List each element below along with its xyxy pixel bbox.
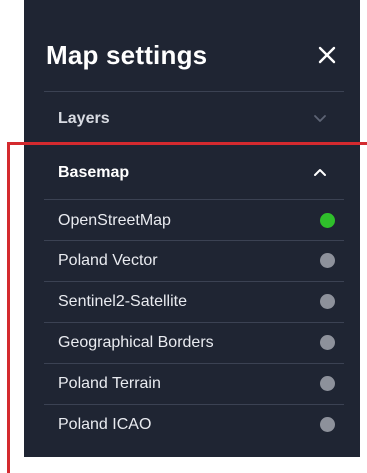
- active-status-dot: [320, 213, 335, 228]
- item-divider: [44, 240, 344, 241]
- chevron-up-icon: [314, 169, 326, 176]
- basemap-item-label: Poland Terrain: [58, 375, 161, 392]
- section-divider: [44, 144, 344, 145]
- basemap-item-poland-icao[interactable]: Poland ICAO: [24, 406, 360, 442]
- map-settings-panel: Map settings Layers Basemap OpenStreetMa…: [24, 0, 360, 457]
- basemap-item-openstreetmap[interactable]: OpenStreetMap: [24, 202, 360, 238]
- item-divider: [44, 404, 344, 405]
- basemap-divider: [44, 199, 344, 200]
- item-divider: [44, 322, 344, 323]
- section-layers-label: Layers: [58, 110, 110, 127]
- close-icon: [318, 46, 336, 64]
- inactive-status-dot: [320, 417, 335, 432]
- panel-title: Map settings: [46, 40, 208, 70]
- basemap-item-label: Geographical Borders: [58, 334, 214, 351]
- inactive-status-dot: [320, 294, 335, 309]
- panel-header: Map settings: [24, 0, 360, 92]
- basemap-item-label: Poland ICAO: [58, 416, 152, 433]
- basemap-item-poland-terrain[interactable]: Poland Terrain: [24, 365, 360, 401]
- inactive-status-dot: [320, 335, 335, 350]
- basemap-item-poland-vector[interactable]: Poland Vector: [24, 242, 360, 278]
- basemap-item-sentinel2-satellite[interactable]: Sentinel2-Satellite: [24, 283, 360, 319]
- section-layers[interactable]: Layers: [24, 92, 360, 144]
- inactive-status-dot: [320, 253, 335, 268]
- highlight-left-edge: [7, 142, 10, 473]
- item-divider: [44, 363, 344, 364]
- basemap-item-label: Sentinel2-Satellite: [58, 293, 187, 310]
- basemap-item-geographical-borders[interactable]: Geographical Borders: [24, 324, 360, 360]
- section-basemap[interactable]: Basemap: [24, 146, 360, 198]
- chevron-down-icon: [314, 115, 326, 122]
- item-divider: [44, 281, 344, 282]
- inactive-status-dot: [320, 376, 335, 391]
- section-basemap-label: Basemap: [58, 164, 130, 181]
- basemap-item-label: OpenStreetMap: [58, 212, 171, 229]
- close-button[interactable]: [312, 40, 342, 70]
- basemap-item-label: Poland Vector: [58, 252, 158, 269]
